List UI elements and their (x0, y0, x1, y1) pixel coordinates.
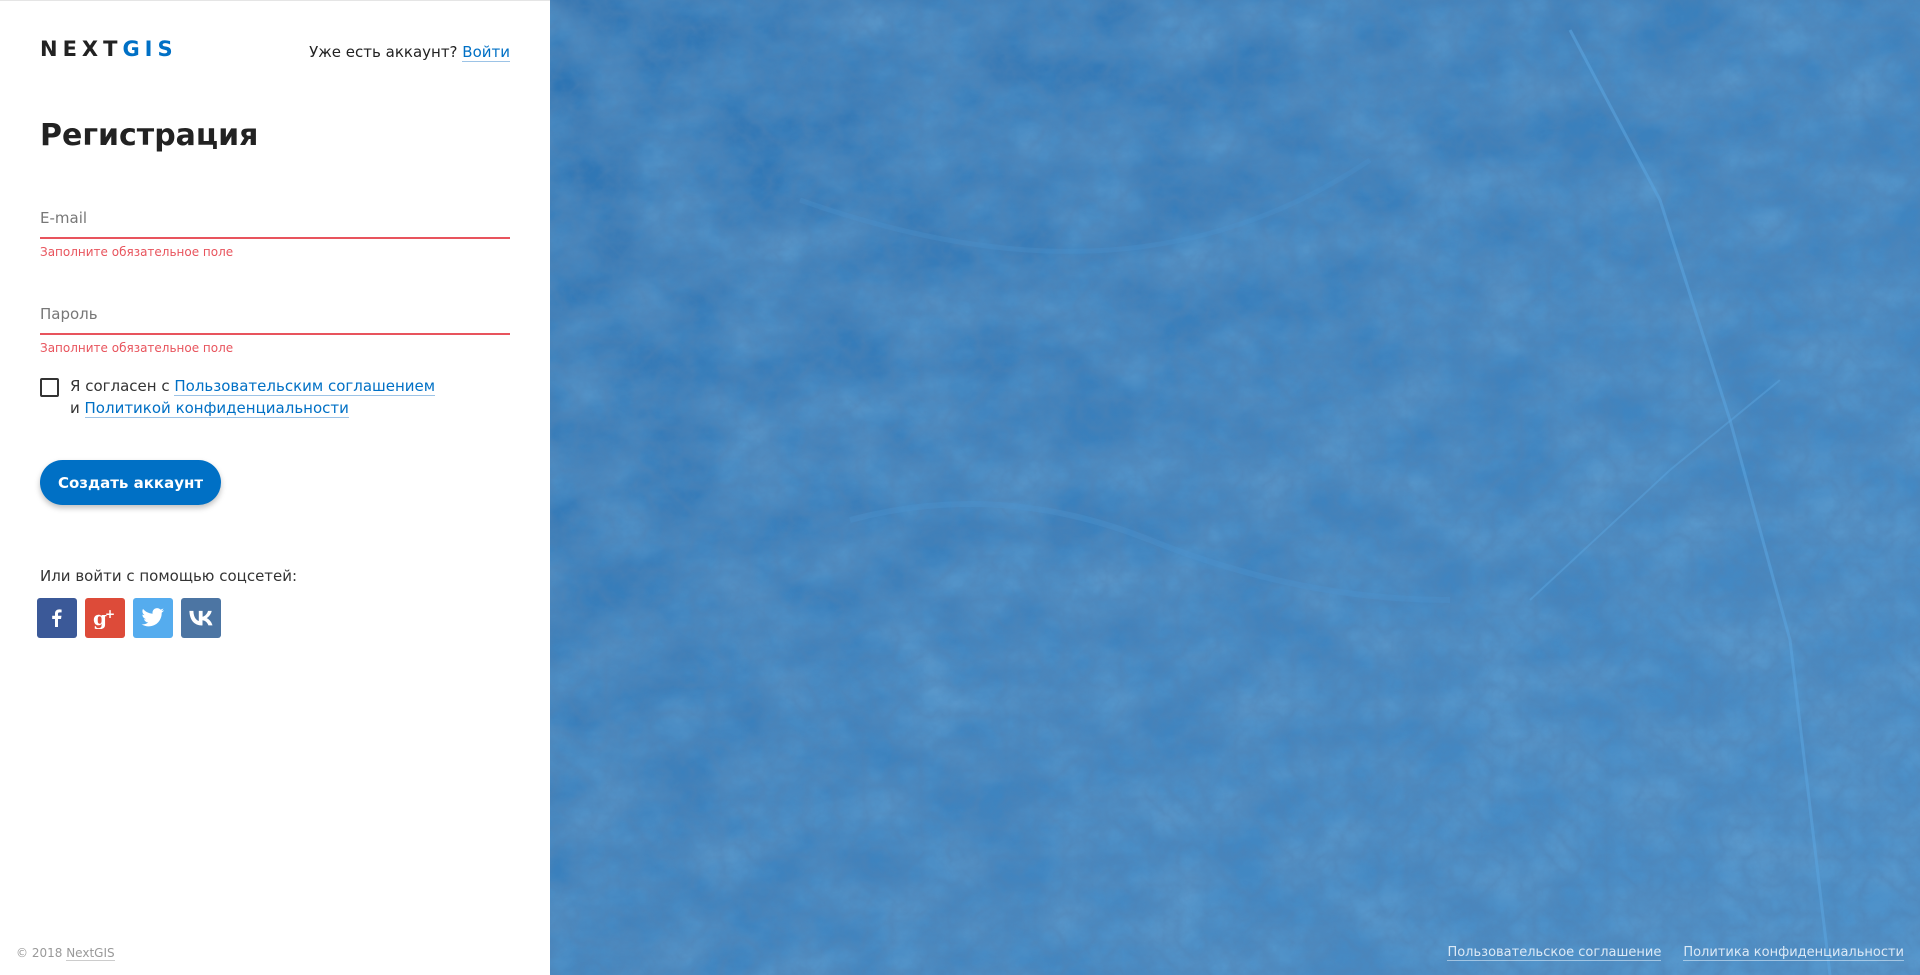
have-account-prompt: Уже есть аккаунт? Войти (309, 43, 510, 62)
vk-button[interactable] (181, 598, 221, 638)
agreement-prefix: Я согласен с (70, 377, 170, 395)
copyright: © 2018 NextGIS (16, 946, 115, 961)
facebook-icon (52, 609, 62, 627)
logo-text-next: NEXT (40, 37, 123, 61)
logo-text-gis: GIS (122, 37, 178, 61)
email-error-message: Заполните обязательное поле (40, 245, 234, 259)
nextgis-logo[interactable]: NEXTGIS (40, 37, 178, 61)
agreement-text: Я согласен с Пользовательским соглашение… (70, 375, 436, 419)
google-plus-icon: g + (93, 607, 115, 629)
satellite-map-image (550, 0, 1920, 975)
agreement-checkbox[interactable] (40, 378, 59, 397)
agreement-and: и (70, 399, 80, 417)
privacy-link[interactable]: Политикой конфиденциальности (84, 399, 349, 418)
copyright-prefix: © 2018 (16, 946, 63, 960)
create-account-button[interactable]: Создать аккаунт (40, 460, 221, 505)
google-plus-button[interactable]: g + (85, 598, 125, 638)
email-input[interactable] (40, 199, 510, 239)
footer-terms-link[interactable]: Пользовательское соглашение (1447, 945, 1662, 961)
password-input[interactable] (40, 295, 510, 335)
social-login-label: Или войти с помощью соцсетей: (40, 567, 298, 585)
have-account-text: Уже есть аккаунт? (309, 43, 458, 61)
facebook-button[interactable] (37, 598, 77, 638)
twitter-button[interactable] (133, 598, 173, 638)
footer-links: Пользовательское соглашение Политика кон… (1447, 945, 1904, 961)
svg-text:+: + (105, 607, 115, 621)
vk-icon (189, 610, 213, 626)
social-buttons: g + (37, 598, 221, 638)
twitter-icon (141, 608, 164, 627)
agreement-row: Я согласен с Пользовательским соглашение… (40, 375, 436, 419)
password-field-group: Заполните обязательное поле (40, 295, 510, 355)
password-error-message: Заполните обязательное поле (40, 341, 234, 355)
satellite-background: Пользовательское соглашение Политика кон… (550, 0, 1920, 975)
footer-privacy-link[interactable]: Политика конфиденциальности (1683, 945, 1904, 961)
email-field-group: Заполните обязательное поле (40, 199, 510, 259)
registration-panel: NEXTGIS Уже есть аккаунт? Войти Регистра… (0, 0, 550, 975)
copyright-nextgis-link[interactable]: NextGIS (66, 946, 115, 961)
page-title: Регистрация (40, 118, 259, 153)
terms-link[interactable]: Пользовательским соглашением (174, 377, 436, 396)
login-link[interactable]: Войти (462, 43, 510, 62)
